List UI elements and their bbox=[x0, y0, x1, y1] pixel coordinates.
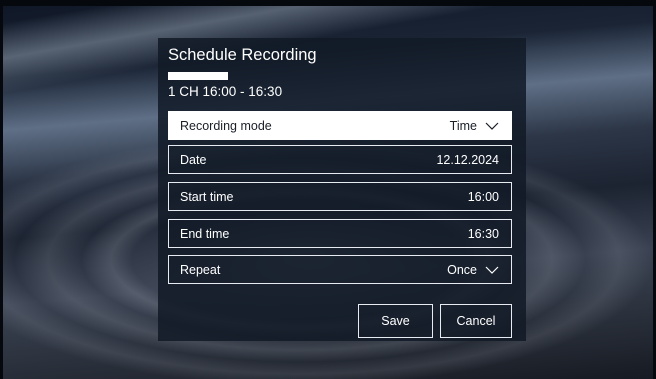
start-time-label: Start time bbox=[180, 189, 234, 204]
schedule-recording-dialog: Schedule Recording 1 CH 16:00 - 16:30 Re… bbox=[158, 38, 526, 341]
chevron-down-icon bbox=[485, 266, 499, 274]
start-time-value: 16:00 bbox=[467, 189, 499, 204]
end-time-label: End time bbox=[180, 226, 230, 241]
repeat-dropdown[interactable]: Repeat Once bbox=[168, 255, 512, 284]
date-field[interactable]: Date 12.12.2024 bbox=[168, 145, 512, 174]
repeat-label: Repeat bbox=[180, 262, 221, 277]
cancel-button[interactable]: Cancel bbox=[440, 304, 512, 338]
dialog-title: Schedule Recording bbox=[168, 46, 317, 64]
chevron-down-icon bbox=[485, 122, 499, 130]
end-time-field[interactable]: End time 16:30 bbox=[168, 219, 512, 248]
end-time-value: 16:30 bbox=[467, 226, 499, 241]
channel-time-subtitle: 1 CH 16:00 - 16:30 bbox=[168, 84, 283, 99]
date-value: 12.12.2024 bbox=[436, 152, 499, 167]
date-label: Date bbox=[180, 152, 207, 167]
start-time-field[interactable]: Start time 16:00 bbox=[168, 182, 512, 211]
title-indicator-bar bbox=[168, 72, 228, 80]
repeat-value: Once bbox=[447, 262, 477, 277]
recording-mode-label: Recording mode bbox=[180, 118, 272, 133]
recording-mode-value: Time bbox=[449, 118, 477, 133]
save-button[interactable]: Save bbox=[358, 304, 433, 338]
recording-mode-dropdown[interactable]: Recording mode Time bbox=[168, 111, 512, 140]
